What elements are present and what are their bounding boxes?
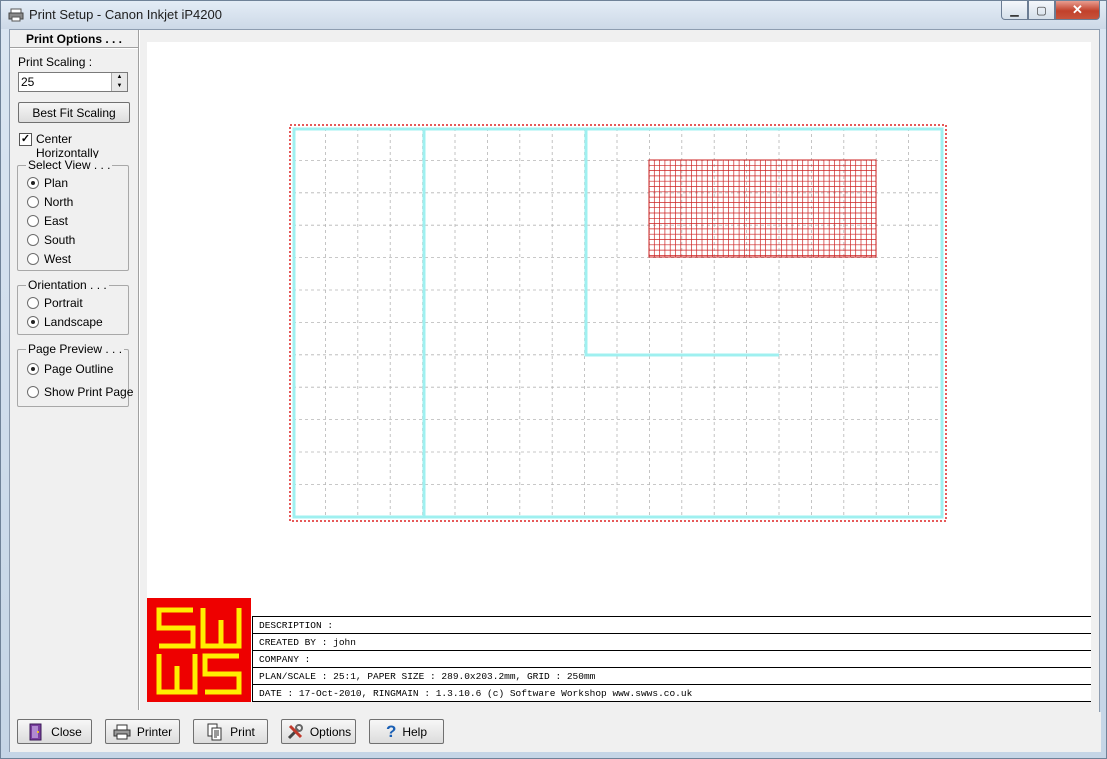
view-radio-west[interactable]: West (27, 252, 71, 266)
radio-label: Plan (44, 176, 69, 190)
title-block-table: DESCRIPTION : CREATED BY : john COMPANY … (252, 616, 1091, 702)
select-view-group: Select View . . . Plan North East South … (17, 158, 129, 271)
printer-icon (113, 724, 131, 739)
page-preview-group: Page Preview . . . Page Outline Show Pri… (17, 342, 133, 407)
center-horizontally-label: Center Horizontally (36, 132, 99, 160)
page-outline (289, 124, 947, 522)
radio-dot (27, 177, 39, 189)
radio-label: North (44, 195, 74, 209)
door-icon (29, 723, 42, 740)
title-bar[interactable]: Print Setup - Canon Inkjet iP4200 ▁ ▢ ✕ (1, 1, 1106, 29)
radio-dot (27, 234, 39, 246)
description-cell: DESCRIPTION : (252, 616, 1091, 634)
options-button-label: Options (309, 724, 352, 739)
radio-label: West (44, 252, 72, 266)
radio-label: Show Print Page (44, 385, 134, 399)
minimize-icon: ▁ (1010, 4, 1019, 17)
close-button[interactable]: Close (17, 719, 92, 744)
plan-scale-cell: PLAN/SCALE : 25:1, PAPER SIZE : 289.0x20… (252, 667, 1091, 685)
tools-icon (287, 723, 303, 739)
printer-button[interactable]: Printer (105, 719, 180, 744)
select-view-title: Select View . . . (26, 158, 113, 172)
radio-label: Portrait (44, 296, 83, 310)
orientation-title: Orientation . . . (26, 278, 109, 292)
radio-dot (27, 363, 39, 375)
title-block-row: COMPANY : (252, 650, 1091, 668)
radio-dot (27, 297, 39, 309)
close-window-button[interactable]: ✕ (1055, 1, 1100, 20)
close-button-label: Close (51, 724, 82, 739)
client-area: Print Options . . . Print Scaling : ▲ ▼ … (9, 29, 1101, 752)
spin-down-icon[interactable]: ▼ (111, 82, 127, 91)
created-by-cell: CREATED BY : john (252, 633, 1091, 651)
plan-drawing (289, 124, 947, 522)
printer-icon (8, 8, 24, 22)
orientation-group: Orientation . . . Portrait Landscape (17, 278, 129, 335)
orientation-radio-landscape[interactable]: Landscape (27, 315, 103, 329)
preview-radio-page-outline[interactable]: Page Outline (27, 362, 113, 376)
maximize-icon: ▢ (1036, 4, 1047, 17)
help-button-label: Help (402, 724, 428, 739)
radio-label: Page Outline (44, 362, 114, 376)
radio-dot (27, 253, 39, 265)
help-question-icon: ? (385, 721, 397, 741)
print-button-label: Print (230, 724, 255, 739)
title-block-row: DESCRIPTION : (252, 616, 1091, 634)
title-block-row: DATE : 17-Oct-2010, RINGMAIN : 1.3.10.6 … (252, 684, 1091, 702)
panel-heading: Print Options . . . (26, 32, 122, 46)
caption-buttons: ▁ ▢ ✕ (1001, 1, 1100, 21)
date-cell: DATE : 17-Oct-2010, RINGMAIN : 1.3.10.6 … (252, 684, 1091, 702)
options-button[interactable]: Options (281, 719, 356, 744)
print-scaling-spinner[interactable]: ▲ ▼ (18, 72, 128, 92)
radio-label: South (44, 233, 76, 247)
bottom-button-bar: Close Printer Print Options ? Help (10, 712, 1101, 752)
radio-label: East (44, 214, 69, 228)
center-horizontally-checkbox[interactable]: ✓ (19, 133, 32, 146)
print-button[interactable]: Print (193, 719, 268, 744)
pages-icon (207, 723, 222, 740)
print-options-panel: Print Options . . . Print Scaling : ▲ ▼ … (10, 30, 138, 710)
spin-up-icon[interactable]: ▲ (111, 73, 127, 82)
title-block-row: CREATED BY : john (252, 633, 1091, 651)
page-preview-title: Page Preview . . . (26, 342, 125, 356)
panel-splitter[interactable] (138, 30, 140, 710)
print-scaling-label: Print Scaling : (18, 55, 93, 69)
view-radio-south[interactable]: South (27, 233, 75, 247)
best-fit-scaling-button[interactable]: Best Fit Scaling (18, 102, 130, 123)
view-radio-east[interactable]: East (27, 214, 68, 228)
help-button[interactable]: ? Help (369, 719, 444, 744)
radio-dot (27, 316, 39, 328)
print-setup-window: Print Setup - Canon Inkjet iP4200 ▁ ▢ ✕ … (0, 0, 1107, 759)
view-radio-north[interactable]: North (27, 195, 73, 209)
radio-dot (27, 215, 39, 227)
maximize-button[interactable]: ▢ (1028, 1, 1055, 20)
close-icon: ✕ (1072, 2, 1083, 17)
print-scaling-input[interactable] (19, 73, 111, 91)
swws-logo (147, 598, 251, 702)
view-radio-plan[interactable]: Plan (27, 176, 68, 190)
minimize-button[interactable]: ▁ (1001, 1, 1028, 20)
orientation-radio-portrait[interactable]: Portrait (27, 296, 83, 310)
print-preview-canvas: DESCRIPTION : CREATED BY : john COMPANY … (147, 42, 1091, 702)
radio-dot (27, 386, 39, 398)
window-title: Print Setup - Canon Inkjet iP4200 (29, 7, 222, 22)
panel-heading-divider (10, 47, 138, 49)
preview-radio-show-print-page[interactable]: Show Print Page (27, 385, 133, 399)
company-cell: COMPANY : (252, 650, 1091, 668)
radio-dot (27, 196, 39, 208)
printer-button-label: Printer (136, 724, 173, 739)
radio-label: Landscape (44, 315, 103, 329)
title-block-row: PLAN/SCALE : 25:1, PAPER SIZE : 289.0x20… (252, 667, 1091, 685)
spinner-buttons: ▲ ▼ (111, 73, 127, 91)
